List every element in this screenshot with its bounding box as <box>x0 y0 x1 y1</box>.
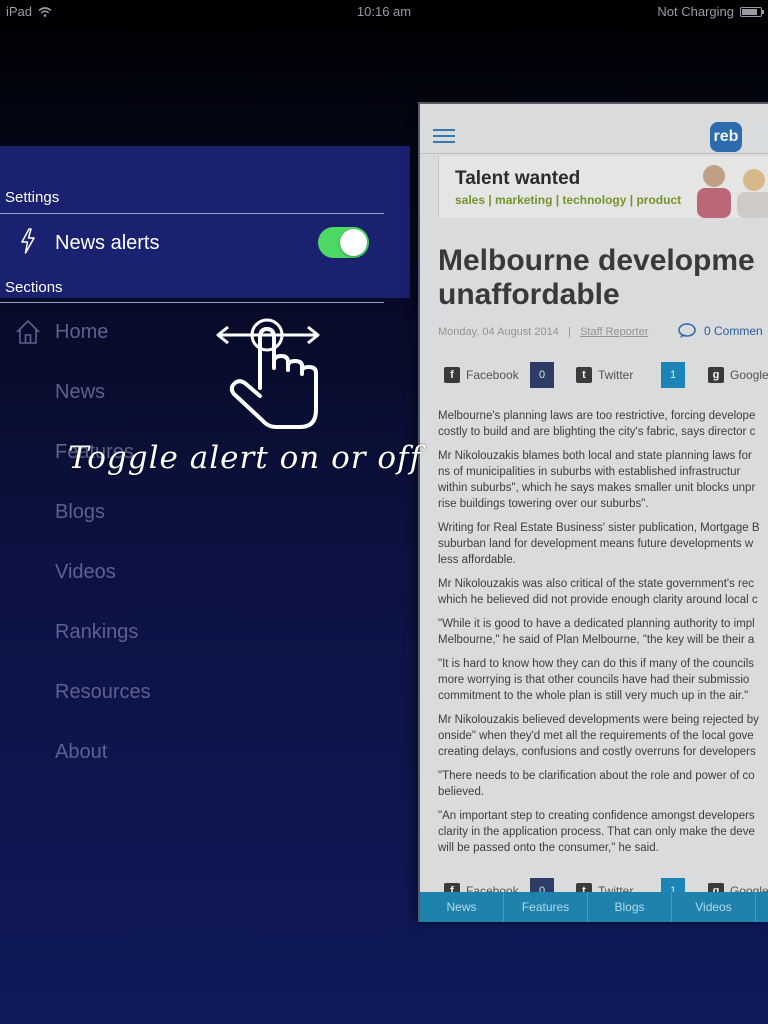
news-alerts-label: News alerts <box>55 232 160 254</box>
nav-item-blogs[interactable]: Blogs <box>0 483 384 543</box>
nav-item-label: Home <box>55 321 109 343</box>
nav-item-label: News <box>55 381 106 403</box>
nav-item-resources[interactable]: Resources <box>0 663 384 723</box>
home-icon <box>16 319 40 344</box>
article-preview-panel[interactable]: reb Talent wanted sales | marketing | te… <box>418 102 768 922</box>
battery-icon <box>740 6 764 17</box>
news-alerts-row[interactable]: News alerts <box>0 218 384 268</box>
nav-item-about[interactable]: About <box>0 723 384 783</box>
nav-item-label: Videos <box>55 561 116 583</box>
lightning-icon <box>21 228 35 254</box>
nav-item-label: Rankings <box>55 621 139 643</box>
nav-item-label: Blogs <box>55 501 106 523</box>
nav-item-rankings[interactable]: Rankings <box>0 603 384 663</box>
status-time: 10:16 am <box>356 4 412 19</box>
article-dim-overlay <box>418 102 768 922</box>
gesture-hint-text: Toggle alert on or off <box>68 440 423 476</box>
battery-status: Not Charging <box>657 4 734 19</box>
settings-heading: Settings <box>5 189 60 206</box>
status-right: Not Charging <box>657 4 764 19</box>
news-alerts-toggle[interactable] <box>318 227 369 258</box>
nav-item-label: Resources <box>55 681 151 703</box>
status-bar: iPad 10:16 am Not Charging <box>0 0 768 22</box>
nav-item-label: About <box>55 741 108 763</box>
nav-item-videos[interactable]: Videos <box>0 543 384 603</box>
sections-heading: Sections <box>5 279 63 296</box>
toggle-knob <box>340 229 367 256</box>
settings-divider <box>0 213 384 214</box>
swipe-hand-icon <box>216 318 320 429</box>
